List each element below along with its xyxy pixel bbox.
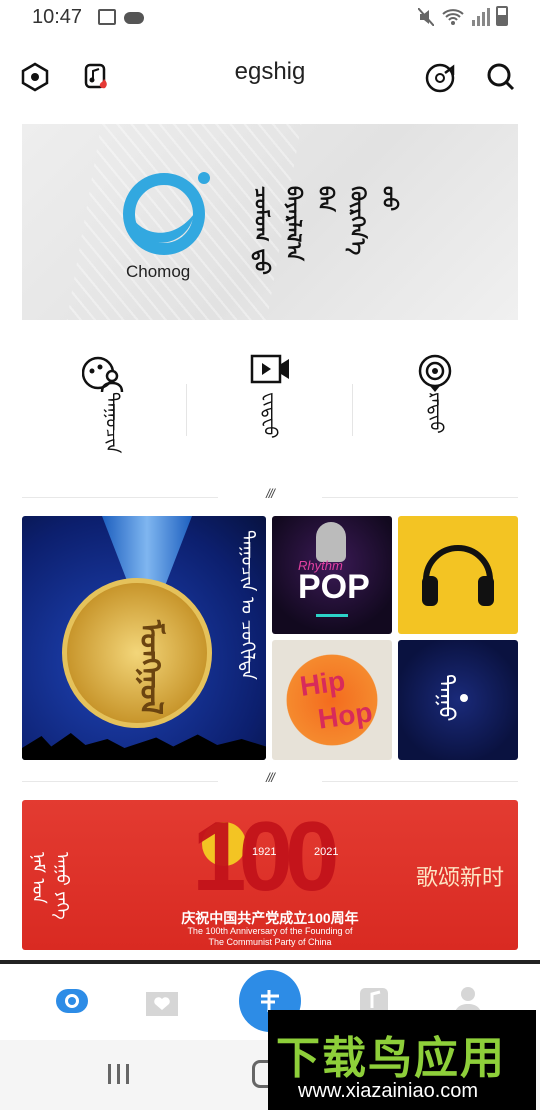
headphones-icon <box>422 545 494 606</box>
music-disc-icon[interactable] <box>424 60 458 94</box>
tile-dark[interactable]: ᠳᠠᠭᠤ <box>398 640 518 760</box>
banner2-en1: The 100th Anniversary of the Founding of <box>187 926 353 936</box>
tile-dark-text: ᠳᠠᠭᠤ <box>433 674 458 722</box>
dot <box>460 694 468 702</box>
crowd-silhouette <box>22 733 266 760</box>
hiphop-line1: Hip <box>297 665 347 702</box>
section-divider: /// <box>22 770 518 788</box>
quick-video[interactable]: ᠸᠢᠳᠧᠤ <box>210 340 330 480</box>
quick-video-label: ᠸᠢᠳᠧᠤ <box>259 392 281 439</box>
pop-bar <box>316 614 348 617</box>
quick-radio-label: ᠷᠠᠳᠢᠤ <box>425 392 447 434</box>
divider-line <box>22 781 218 782</box>
section-divider: /// <box>22 486 518 504</box>
tile-hiphop[interactable]: Hip Hop <box>272 640 392 760</box>
divider-line <box>22 497 218 498</box>
banner2-year1: 1921 <box>252 846 277 858</box>
banner2-zh-right: 歌颂新时 <box>416 865 505 890</box>
anniversary-banner[interactable]: ᠨᠠᠮ ᠤᠨ ᠠᠭᠤ ᠶᠡᠬᠡ 100 1921 2021 歌颂新时 庆祝中国共… <box>22 800 518 950</box>
watermark-url: www.xiazainiao.com <box>298 1080 479 1102</box>
singer-icon <box>82 356 124 392</box>
ribbon <box>102 516 192 586</box>
banner-mongolian-text: ᠴᠣᠮᠣᠭ ᠳ᠋ᠤ ᠪᠠᠶᠠᠷᠯᠠᠯ᠎ᠠ ᠪᠡᠨ ᠬᠦᠷᠭᠡᠨ᠎ᠡ ᠦᠦ <box>250 186 402 275</box>
divider <box>352 384 353 436</box>
mute-icon <box>417 7 435 27</box>
gallery-icon <box>98 9 116 25</box>
chomog-logo-icon <box>122 168 212 263</box>
video-icon <box>250 354 289 384</box>
app-bar: egshig <box>0 44 540 108</box>
tile-caption: ᠳᠠᠭᠤᠴᠢᠨ ᠤ ᠴᠣᠬᠢᠯᠲᠠ <box>237 530 258 680</box>
watermark-title: 下载鸟应用 <box>276 1034 506 1083</box>
divider-mark: /// <box>266 770 275 785</box>
medal-text: ᠮᠣᠩᠭᠣᠯ <box>133 620 168 715</box>
search-icon[interactable] <box>484 60 518 94</box>
page-title: egshig <box>234 58 306 85</box>
paint-splash <box>276 650 388 750</box>
featured-banner[interactable]: Chomog ᠴᠣᠮᠣᠭ ᠳ᠋ᠤ ᠪᠠᠶᠠᠷᠯᠠᠯ᠎ᠠ ᠪᠡᠨ ᠬᠦᠷᠭᠡᠨ᠎ᠡ… <box>22 124 518 320</box>
banner2-en2: The Communist Party of China <box>208 937 332 947</box>
cloud-icon <box>124 12 144 24</box>
watermark: 下载鸟应用 www.xiazainiao.com <box>268 1010 536 1110</box>
divider-line <box>322 497 518 498</box>
pop-text: POP <box>298 568 370 606</box>
microphone-icon <box>316 522 346 562</box>
divider <box>186 384 187 436</box>
banner2-zh-title: 庆祝中国共产党成立100周年 <box>181 910 359 926</box>
nav-favorite-icon[interactable] <box>144 984 180 1020</box>
status-bar: 10:47 <box>0 0 540 36</box>
wifi-icon <box>442 8 464 32</box>
divider-mark: /// <box>266 486 275 501</box>
status-time: 10:47 <box>32 6 83 28</box>
recent-apps-icon[interactable] <box>106 1062 132 1086</box>
radio-icon <box>418 354 452 392</box>
nav-home-icon[interactable] <box>50 986 94 1016</box>
battery-icon <box>496 6 508 26</box>
quick-singer[interactable]: ᠳᠠᠭᠤᠴᠢᠨ <box>44 340 164 480</box>
tile-pop[interactable]: Rhythm POP <box>272 516 392 634</box>
quick-radio[interactable]: ᠷᠠᠳᠢᠤ <box>376 340 496 480</box>
banner-logo-label: Chomog <box>126 262 191 281</box>
tile-top-singers[interactable]: ᠮᠣᠩᠭᠣᠯ ᠳᠠᠭᠤᠴᠢᠨ ᠤ ᠴᠣᠬᠢᠯᠲᠠ <box>22 516 266 760</box>
divider-line <box>322 781 518 782</box>
signal-icon <box>472 8 490 32</box>
banner2-year2: 2021 <box>314 846 339 858</box>
tile-headphones[interactable] <box>398 516 518 634</box>
quick-actions: ᠳᠠᠭᠤᠴᠢᠨ ᠸᠢᠳᠧᠤ ᠷᠠᠳᠢᠤ <box>22 340 518 480</box>
quick-singer-label: ᠳᠠᠭᠤᠴᠢᠨ <box>101 392 123 454</box>
